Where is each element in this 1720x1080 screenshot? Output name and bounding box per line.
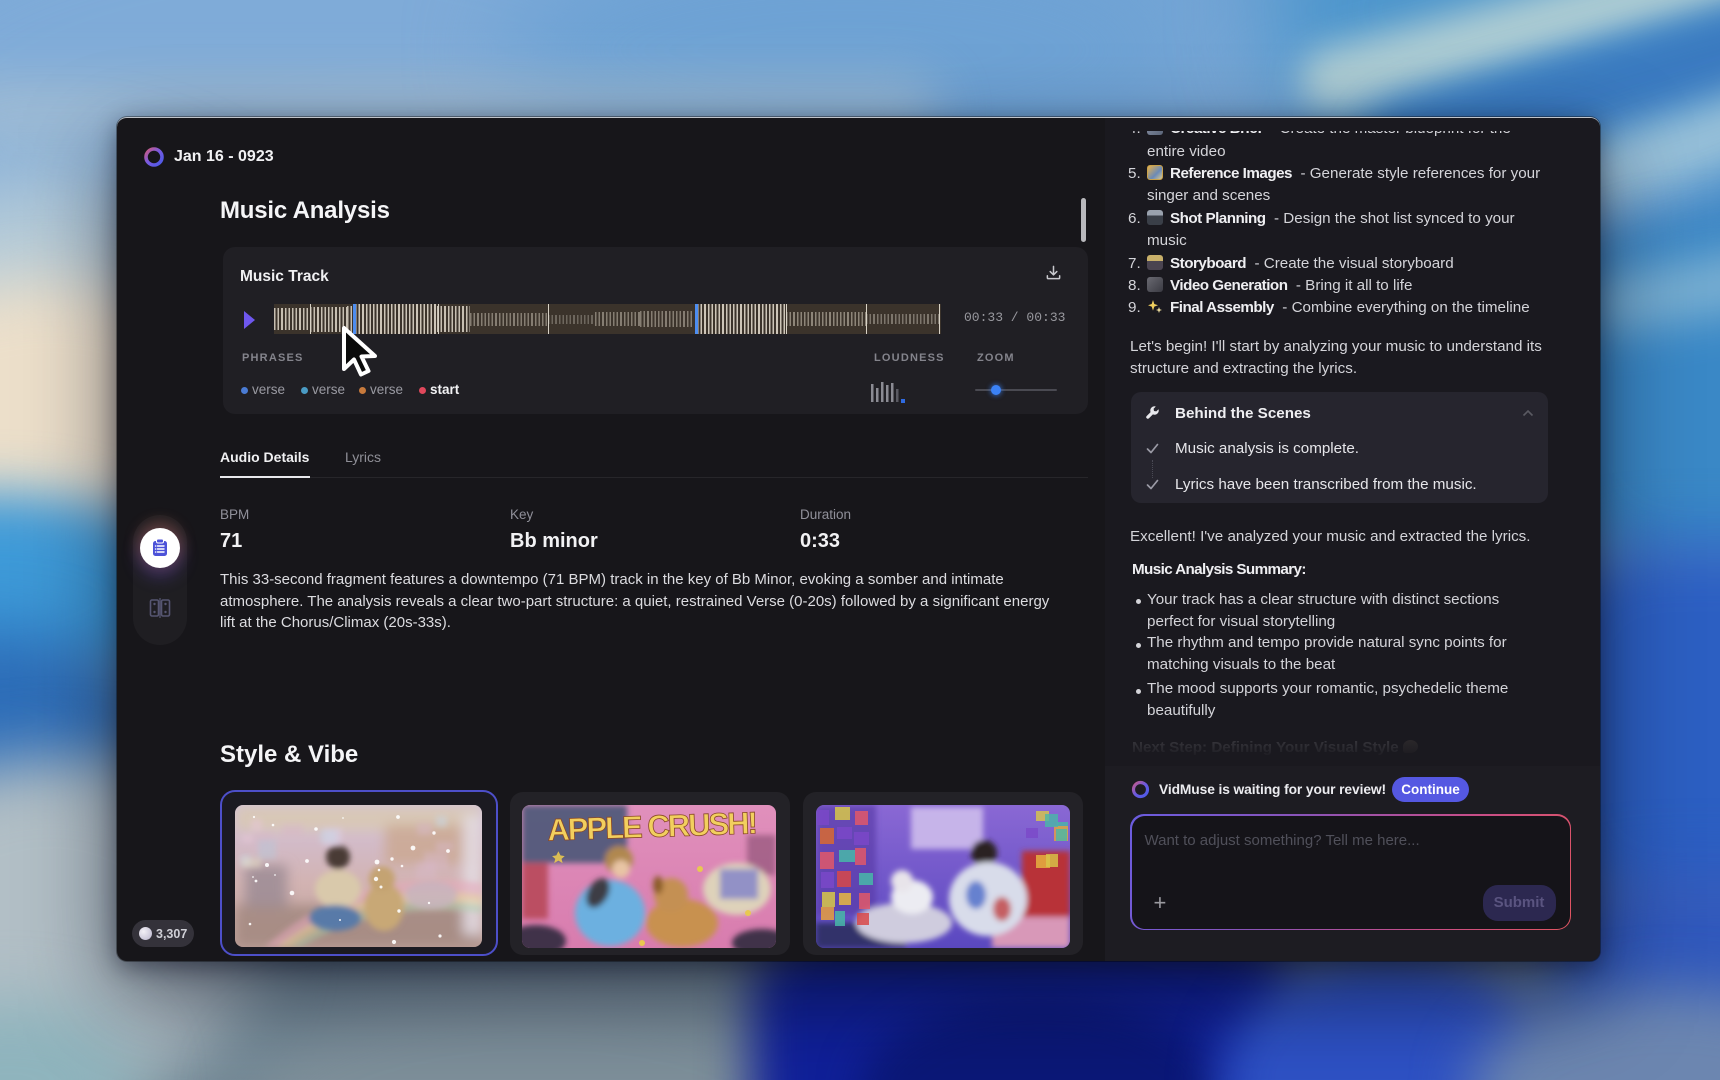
svg-text:APPLE CRUSH!: APPLE CRUSH! <box>547 805 757 847</box>
